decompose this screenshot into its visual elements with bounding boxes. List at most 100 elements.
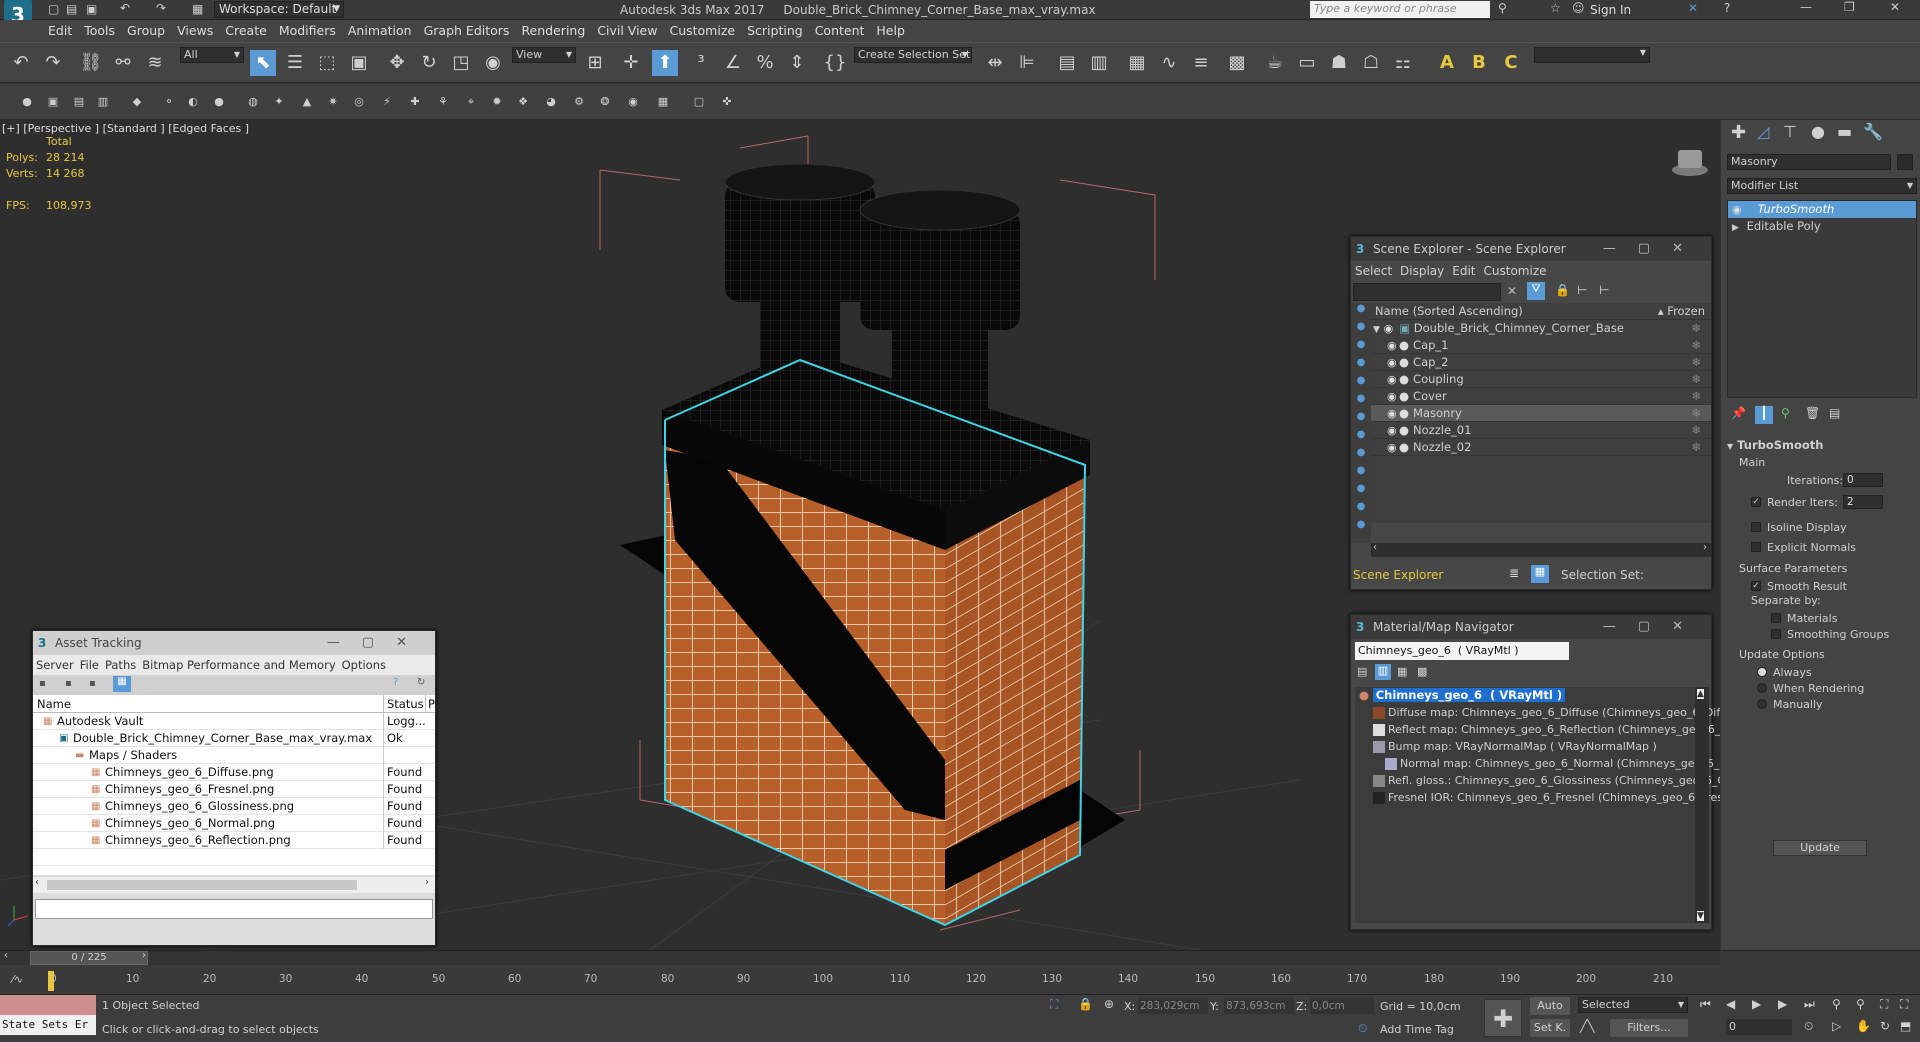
scene-item-cap_2[interactable]: ◉ ● Cap_2 ❄ (1371, 354, 1711, 371)
menu-content[interactable]: Content (809, 20, 871, 41)
visibility-eye-icon[interactable]: ◉ (1732, 201, 1744, 218)
grid-view-icon[interactable]: ▪ (39, 678, 46, 689)
current-frame-marker[interactable] (48, 971, 54, 991)
add-time-tag[interactable]: Add Time Tag (1380, 1023, 1454, 1036)
display-all-icon[interactable]: ● (1351, 519, 1371, 537)
material-navigator-titlebar[interactable]: 3 Material/Map Navigator —▢✕ (1351, 615, 1711, 639)
maximize-icon[interactable]: ▢ (1638, 241, 1672, 256)
keyboard-shortcut-icon[interactable]: ⬆ (652, 50, 678, 76)
maximize-icon[interactable]: ❐ (1844, 0, 1855, 14)
refresh-icon[interactable]: ↻ (417, 677, 425, 688)
display-tab-icon[interactable]: ▬ (1837, 122, 1852, 141)
reference-coordinate-dropdown[interactable]: View ▼ (512, 47, 576, 63)
freeze-icon[interactable]: ❄ (1691, 354, 1701, 371)
hierarchy2-icon[interactable]: ⊢ (1599, 283, 1609, 297)
curve-editor-icon[interactable]: ∿ (1156, 50, 1182, 76)
render-icon[interactable]: ☗ (1326, 50, 1352, 76)
display-spacewarps-icon[interactable]: ● (1351, 393, 1371, 411)
save-icon[interactable]: ▣ (86, 2, 97, 16)
asset-tracking-titlebar[interactable]: 3 Asset Tracking —▢✕ (33, 631, 435, 655)
vray-physcam-icon[interactable]: ◕ (538, 89, 564, 115)
expand-icon[interactable]: ▶ (1732, 223, 1739, 233)
menu-edit[interactable]: Edit (42, 20, 78, 41)
vray-ies-icon[interactable]: ◐ (180, 89, 206, 115)
time-slider[interactable]: ‹ 0 / 225 › (0, 950, 1720, 965)
key-filter-selected-dropdown[interactable]: Selected ▼ (1578, 997, 1688, 1013)
column-header-name[interactable]: Name (Sorted Ascending) (1371, 304, 1523, 318)
scale-icon[interactable]: ◳ (448, 50, 474, 76)
column-header-p[interactable]: P (425, 695, 435, 713)
goto-start-icon[interactable]: ⏮ (1700, 997, 1711, 1012)
vray-material-icon[interactable]: ⚘ (430, 89, 456, 115)
minimize-icon[interactable]: — (327, 635, 362, 650)
snap-3d-icon[interactable]: ³ (688, 50, 714, 76)
scroll-up-icon[interactable]: ▲ (1697, 689, 1704, 699)
link-icon[interactable]: ⛓ (78, 50, 104, 76)
vray-lister-icon[interactable]: ⌖ (458, 89, 484, 115)
workspace-dropdown[interactable]: Workspace: Default ▼ (214, 1, 344, 18)
scene-item-coupling[interactable]: ◉ ● Coupling ❄ (1371, 371, 1711, 388)
vray-denoise-icon[interactable]: ❂ (592, 89, 618, 115)
exchange-icon[interactable]: ✕ (1688, 1, 1698, 15)
absolute-mode-icon[interactable]: ⊕ (1104, 997, 1114, 1011)
asset-menu-server[interactable]: Server (36, 658, 74, 672)
freeze-icon[interactable]: ❄ (1691, 320, 1701, 337)
scene-explorer-titlebar[interactable]: 3 Scene Explorer - Scene Explorer —▢✕ (1351, 237, 1711, 261)
lock-icon[interactable]: 🔒 (1555, 283, 1570, 297)
select-object-icon[interactable]: ⬉ (250, 50, 276, 76)
manually-radio[interactable] (1757, 699, 1767, 709)
visibility-eye-icon[interactable]: ◉ (1387, 405, 1399, 422)
vray-dome-icon[interactable]: ▥ (90, 89, 116, 115)
scroll-right-icon[interactable]: › (1703, 542, 1707, 553)
zoom-extents-icon[interactable]: ⛶ (1880, 997, 1888, 1012)
x-coordinate-field[interactable]: 283,029cm (1138, 998, 1208, 1014)
time-slider-left-icon[interactable]: ‹ (4, 950, 8, 961)
create-tab-icon[interactable]: ✚ (1731, 122, 1746, 143)
asset-row[interactable]: ▦ Chimneys_geo_6_Diffuse.png Found (33, 764, 435, 781)
pivot-center-icon[interactable]: ⊞ (582, 50, 608, 76)
close-icon[interactable]: ✕ (1672, 241, 1705, 256)
make-unique-icon[interactable]: ⚲ (1781, 406, 1790, 420)
freeze-icon[interactable]: ❄ (1691, 388, 1701, 405)
menu-customize[interactable]: Customize (663, 20, 741, 41)
asset-row[interactable]: ▦ Chimneys_geo_6_Normal.png Found (33, 815, 435, 832)
state-sets-tab[interactable]: State Sets Er (0, 1015, 96, 1035)
vray-sphere-icon[interactable]: ◆ (124, 89, 150, 115)
redo-icon[interactable]: ↷ (40, 50, 66, 76)
scene-item-nozzle_02[interactable]: ◉ ● Nozzle_02 ❄ (1371, 439, 1711, 456)
z-coordinate-field[interactable]: 0,0cm (1310, 998, 1374, 1014)
goto-end-icon[interactable]: ⏭ (1804, 997, 1815, 1012)
rotate-icon[interactable]: ↻ (416, 50, 442, 76)
align-icon[interactable]: ⊫ (1014, 50, 1040, 76)
ribbon-icon[interactable]: ▦ (1124, 50, 1150, 76)
select-manipulate-icon[interactable]: ✛ (618, 50, 644, 76)
close-icon[interactable]: ✕ (396, 635, 429, 650)
freeze-icon[interactable]: ❄ (1691, 422, 1701, 439)
explicit-normals-checkbox[interactable] (1751, 542, 1761, 552)
key-filter-icon[interactable]: ╱╲ (1580, 1019, 1594, 1033)
scene-item-cover[interactable]: ◉ ● Cover ❄ (1371, 388, 1711, 405)
maximize-icon[interactable]: ▢ (362, 635, 396, 650)
scene-menu-edit[interactable]: Edit (1452, 264, 1475, 278)
visibility-eye-icon[interactable]: ◉ (1387, 371, 1399, 388)
percent-snap-icon[interactable]: % (752, 50, 778, 76)
project-icon[interactable]: ▦ (192, 2, 203, 16)
object-name-field[interactable]: Masonry (1727, 154, 1891, 170)
material-map-row[interactable]: Reflect map: Chimneys_geo_6_Reflection (… (1355, 721, 1734, 738)
stack-item-turbosmooth[interactable]: ◉ TurboSmooth (1728, 201, 1916, 218)
show-end-result-icon[interactable]: ┃ (1755, 406, 1773, 424)
close-icon[interactable]: ✕ (1672, 619, 1705, 634)
dope-sheet-icon[interactable]: ≡ (1188, 50, 1214, 76)
time-tag-icon[interactable]: ⏲ (1358, 1021, 1367, 1036)
vray-plane-icon[interactable]: ▲ (294, 89, 320, 115)
scroll-down-icon[interactable]: ▼ (1697, 911, 1704, 921)
isolate-icon[interactable]: ⛶ (1050, 997, 1058, 1012)
rollout-header[interactable]: ▼ TurboSmooth (1721, 438, 1920, 456)
scroll-right-icon[interactable]: › (425, 877, 429, 888)
display-geometry-icon[interactable]: ● (1351, 303, 1371, 321)
freeze-icon[interactable]: ❄ (1691, 405, 1701, 422)
visibility-eye-icon[interactable]: ◉ (1387, 337, 1399, 354)
play-icon[interactable]: ▶ (1752, 997, 1761, 1011)
open-file-icon[interactable]: ▤ (66, 2, 77, 16)
vray-settings-icon[interactable]: ⚙ (566, 89, 592, 115)
